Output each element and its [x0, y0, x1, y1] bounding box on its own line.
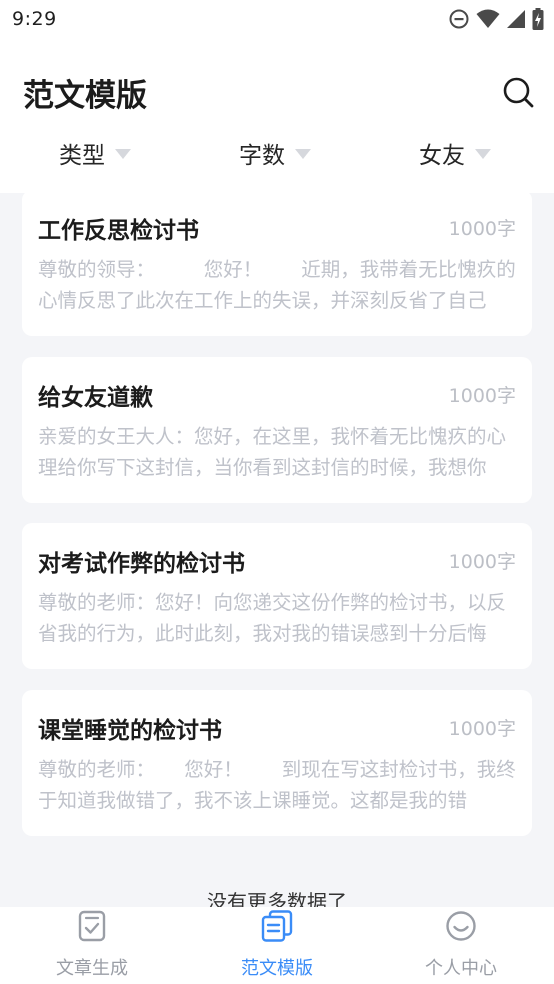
caret-down-icon [295, 149, 311, 159]
article-card[interactable]: 工作反思检讨书 1000字 尊敬的领导： 您好！ 近期，我带着无比愧疚的心情反思… [22, 193, 532, 336]
article-title: 给女友道歉 [38, 385, 153, 411]
article-excerpt: 尊敬的老师：您好！向您递交这份作弊的检讨书，以反省我的行为，此时此刻，我对我的错… [38, 591, 507, 645]
article-card[interactable]: 对考试作弊的检讨书 1000字 尊敬的老师：您好！向您递交这份作弊的检讨书，以反… [22, 523, 532, 669]
filter-bar: 类型 字数 女友 [0, 132, 554, 176]
filter-type[interactable]: 类型 [59, 136, 131, 170]
tab-article-generation[interactable]: 文章生成 [0, 907, 184, 984]
article-title: 对考试作弊的检讨书 [38, 551, 245, 577]
article-word-count: 1000字 [448, 551, 516, 573]
tab-label: 范文模版 [241, 958, 313, 979]
filter-word-count[interactable]: 字数 [239, 136, 311, 170]
article-excerpt: 尊敬的老师： 您好！ 到现在写这封检讨书，我终于知道我做错了，我不该上课睡觉。这… [38, 758, 516, 812]
header: 范文模版 类型 字数 女友 [0, 40, 554, 193]
templates-icon [261, 910, 293, 942]
battery-charging-icon [532, 8, 544, 30]
status-time: 9:29 [12, 8, 57, 30]
article-excerpt: 亲爱的女王大人：您好，在这里，我怀着无比愧疚的心理给你写下这封信，当你看到这封信… [38, 425, 507, 479]
filter-label: 字数 [239, 143, 285, 169]
do-not-disturb-icon [448, 8, 470, 30]
article-card[interactable]: 给女友道歉 1000字 亲爱的女王大人：您好，在这里，我怀着无比愧疚的心理给你写… [22, 357, 532, 503]
tab-templates[interactable]: 范文模版 [185, 907, 369, 984]
status-icons [448, 7, 544, 31]
tab-label: 文章生成 [56, 958, 128, 979]
document-check-icon [76, 910, 108, 942]
tab-personal-center[interactable]: 个人中心 [369, 907, 553, 984]
tab-label: 个人中心 [425, 958, 497, 979]
bottom-tab-bar: 文章生成 范文模版 个人中心 [0, 907, 554, 984]
filter-category[interactable]: 女友 [419, 136, 491, 170]
caret-down-icon [115, 149, 131, 159]
list-end-text: 没有更多数据了 [207, 890, 347, 907]
search-button[interactable] [500, 74, 536, 110]
article-card[interactable]: 课堂睡觉的检讨书 1000字 尊敬的老师： 您好！ 到现在写这封检讨书，我终于知… [22, 690, 532, 836]
article-list[interactable]: 工作反思检讨书 1000字 尊敬的领导： 您好！ 近期，我带着无比愧疚的心情反思… [0, 193, 554, 907]
search-icon [500, 77, 536, 114]
article-excerpt: 尊敬的领导： 您好！ 近期，我带着无比愧疚的心情反思了此次在工作上的失误，并深刻… [38, 258, 516, 312]
filter-label: 类型 [59, 143, 105, 169]
article-word-count: 1000字 [448, 385, 516, 407]
cellular-signal-icon [506, 9, 526, 29]
status-bar: 9:29 [0, 0, 554, 40]
wifi-icon [476, 9, 500, 29]
app-screen: 9:29 范文模版 类型 字数 女友 工作反思检讨书 1000字 尊敬的领导： … [0, 0, 554, 984]
smiley-face-icon [445, 910, 477, 942]
page-title: 范文模版 [23, 78, 147, 114]
article-word-count: 1000字 [448, 218, 516, 240]
article-title: 工作反思检讨书 [38, 218, 199, 244]
filter-label: 女友 [419, 143, 465, 169]
article-word-count: 1000字 [448, 718, 516, 740]
caret-down-icon [475, 149, 491, 159]
article-title: 课堂睡觉的检讨书 [38, 718, 222, 744]
